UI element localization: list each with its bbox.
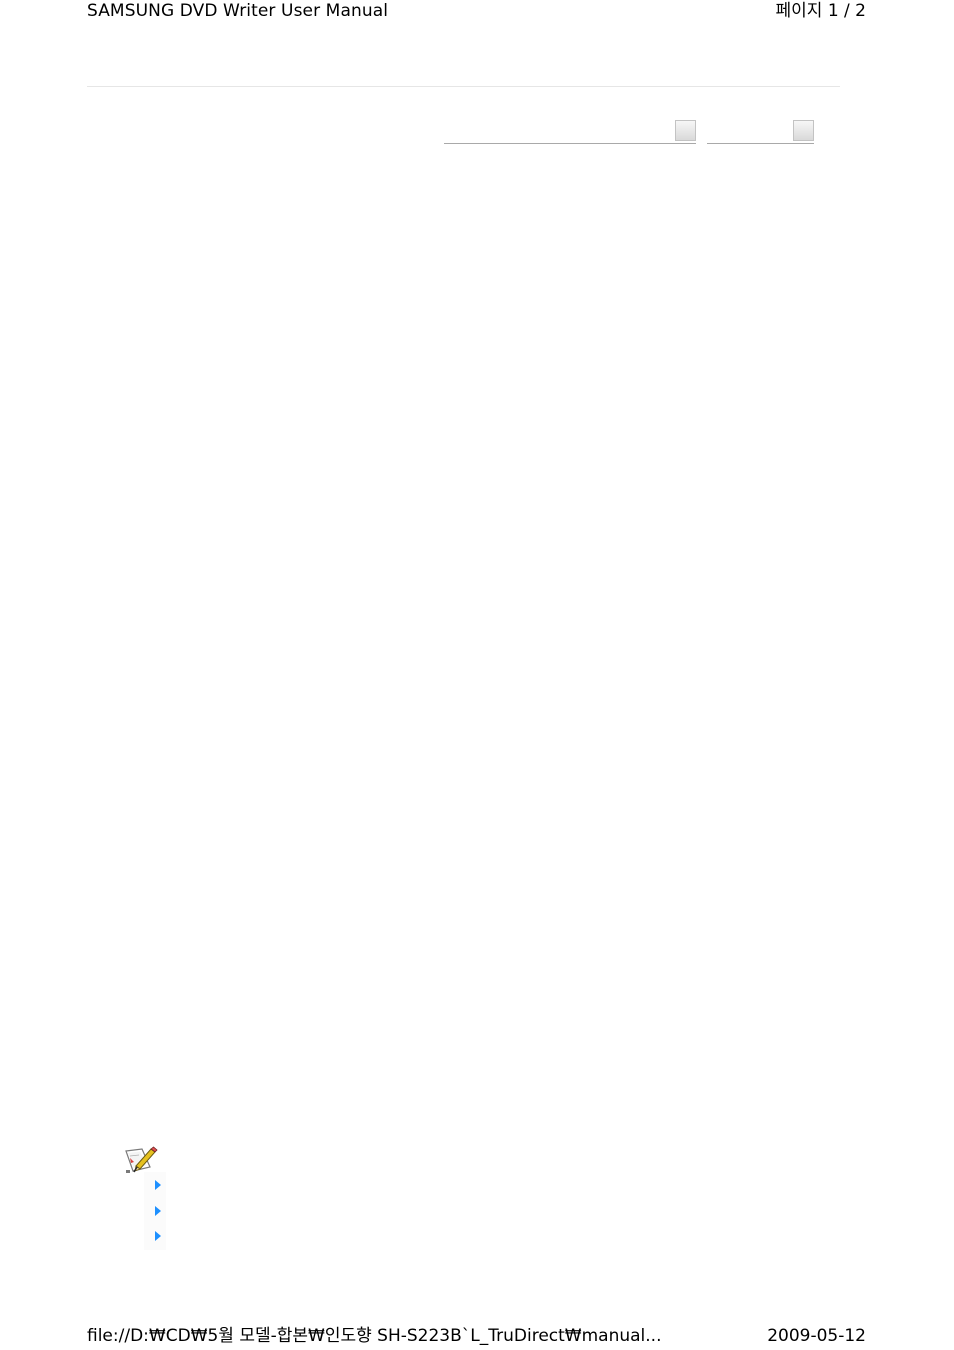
print-footer-date: 2009-05-12: [767, 1326, 866, 1346]
chapter-select-dropdown-button[interactable]: [675, 120, 696, 141]
blue-triangle-bullet-icon: [155, 1180, 161, 1190]
print-footer-file-path: file://D:₩CD₩5월 모델-합본₩인도향 SH-S223B`L_Tru…: [87, 1326, 662, 1346]
note-pencil-icon: [125, 1146, 158, 1173]
language-select-dropdown-button[interactable]: [793, 120, 814, 141]
blue-triangle-bullet-icon: [155, 1231, 161, 1241]
chapter-select[interactable]: [444, 120, 696, 144]
print-header-page-indicator: 페이지 1 / 2: [775, 1, 867, 21]
header-divider: [87, 86, 840, 87]
blue-triangle-bullet-icon: [155, 1206, 161, 1216]
language-select[interactable]: [707, 120, 814, 144]
print-header-title: SAMSUNG DVD Writer User Manual: [87, 1, 389, 21]
